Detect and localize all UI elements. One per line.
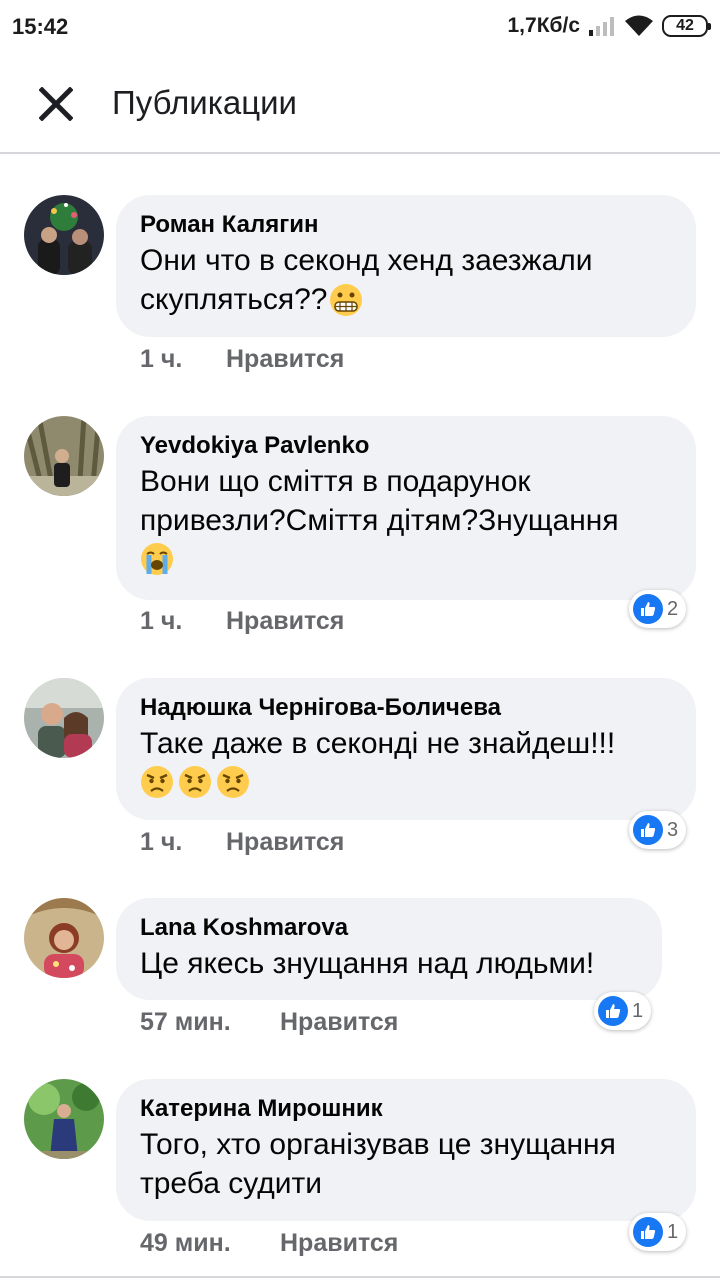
comment-bubble[interactable]: Lana Koshmarova Це якесь знущання над лю… <box>116 898 662 1000</box>
comment-meta: 57 мин. Нравится <box>140 1008 398 1037</box>
comment-time[interactable]: 1 ч. <box>140 345 226 374</box>
like-reaction-icon <box>598 996 628 1026</box>
divider <box>0 1276 720 1278</box>
angry-face-icon <box>217 766 249 798</box>
reaction-count: 1 <box>632 999 644 1022</box>
wifi-icon <box>625 15 653 36</box>
comment-author[interactable]: Роман Калягин <box>140 209 672 241</box>
comment-time[interactable]: 1 ч. <box>140 828 226 857</box>
comment-text-line: Таке даже в секонді не знайдеш!!! <box>140 727 616 760</box>
like-button[interactable]: Нравится <box>226 828 344 857</box>
reaction-summary[interactable]: 2 <box>629 590 687 628</box>
comment-author[interactable]: Катерина Мирошник <box>140 1093 672 1125</box>
like-reaction-icon <box>633 594 663 624</box>
comment-time[interactable]: 1 ч. <box>140 607 226 636</box>
angry-face-icon <box>179 766 211 798</box>
close-button[interactable] <box>28 76 84 132</box>
status-bar: 15:42 1,7Кб/с 42 <box>0 0 720 52</box>
reaction-count: 3 <box>667 818 679 841</box>
avatar[interactable] <box>24 1079 104 1159</box>
comment-meta: 1 ч. Нравится <box>140 345 344 374</box>
battery-indicator: 42 <box>662 15 711 37</box>
loudly-crying-face-icon <box>141 543 173 575</box>
avatar[interactable] <box>24 678 104 758</box>
reaction-summary[interactable]: 1 <box>629 1213 687 1251</box>
reaction-count: 1 <box>667 1220 679 1243</box>
comment-bubble[interactable]: Yevdokiya Pavlenko Вони що сміття в пода… <box>116 416 696 600</box>
grimacing-face-icon <box>330 283 363 316</box>
comment-meta: 49 мин. Нравится <box>140 1229 398 1258</box>
battery-level: 42 <box>676 17 694 34</box>
app-header: Публикации <box>0 52 720 154</box>
comment-text-line: Це якесь знущання над людьми! <box>140 947 595 980</box>
emoji-row <box>140 542 672 576</box>
comment-bubble[interactable]: Катерина Мирошник Того, хто організував … <box>116 1079 696 1221</box>
avatar[interactable] <box>24 416 104 496</box>
comment-text-line: привезли?Сміття дітям?Знущання <box>140 504 619 537</box>
status-indicators: 1,7Кб/с 42 <box>507 12 711 40</box>
emoji-row <box>140 765 672 799</box>
comment-author[interactable]: Надюшка Чернігова-Боличева <box>140 692 672 724</box>
comment-bubble[interactable]: Надюшка Чернігова-Боличева Таке даже в с… <box>116 678 696 820</box>
comment-text-line: Вони що сміття в подарунок <box>140 465 531 498</box>
comment-text-line: Того, хто організував це знущання <box>140 1128 616 1161</box>
angry-face-icon <box>141 766 173 798</box>
network-speed: 1,7Кб/с <box>507 14 581 37</box>
reaction-summary[interactable]: 3 <box>629 811 687 849</box>
comment-time[interactable]: 57 мин. <box>140 1008 280 1037</box>
like-button[interactable]: Нравится <box>226 607 344 636</box>
comment-time[interactable]: 49 мин. <box>140 1229 280 1258</box>
comment-meta: 1 ч. Нравится <box>140 607 344 636</box>
like-button[interactable]: Нравится <box>280 1229 398 1258</box>
like-reaction-icon <box>633 815 663 845</box>
status-time: 15:42 <box>12 14 69 39</box>
page-title: Публикации <box>112 84 297 121</box>
like-reaction-icon <box>633 1217 663 1247</box>
avatar[interactable] <box>24 898 104 978</box>
comment-meta: 1 ч. Нравится <box>140 828 344 857</box>
reaction-count: 2 <box>667 597 679 620</box>
comment-text-line-2: скупляться?? <box>140 283 328 316</box>
comment-author[interactable]: Lana Koshmarova <box>140 912 638 944</box>
like-button[interactable]: Нравится <box>226 345 344 374</box>
like-button[interactable]: Нравится <box>280 1008 398 1037</box>
reaction-summary[interactable]: 1 <box>594 992 652 1030</box>
close-icon <box>39 87 73 121</box>
comment-bubble[interactable]: Роман Калягин Они что в секонд хенд заез… <box>116 195 696 337</box>
signal-icon <box>589 17 614 36</box>
comment-text-line: Они что в секонд хенд заезжали <box>140 244 593 277</box>
comment-author[interactable]: Yevdokiya Pavlenko <box>140 430 672 462</box>
avatar[interactable] <box>24 195 104 275</box>
comment-text-line: скупляться?? <box>140 280 672 319</box>
comment-text-line: треба судити <box>140 1167 323 1200</box>
